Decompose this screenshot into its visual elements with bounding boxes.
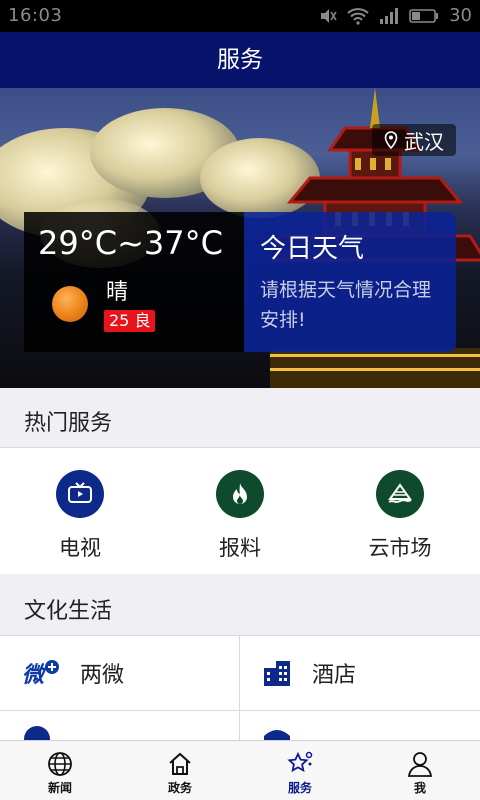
wifi-icon xyxy=(347,7,369,25)
culture-grid: 微 两微 酒店 xyxy=(0,636,480,742)
weibo-icon: 微 xyxy=(22,660,59,688)
weather-today-panel: 29°C~37°C 晴 25 良 xyxy=(24,212,244,352)
service-cloud-market[interactable]: 云市场 xyxy=(320,448,480,574)
section-title-hot-services: 热门服务 xyxy=(0,388,480,448)
location-badge[interactable]: 武汉 xyxy=(372,124,456,156)
tab-label: 新闻 xyxy=(47,781,72,795)
sunny-icon xyxy=(52,286,88,322)
weather-tip: 请根据天气情况合理安排! xyxy=(260,279,432,331)
weather-tip-panel: 今日天气 请根据天气情况合理安排! xyxy=(244,212,456,352)
tab-government[interactable]: 政务 xyxy=(120,741,240,800)
aqi-badge: 25 良 xyxy=(104,310,156,332)
culture-item-label: 两微 xyxy=(80,663,125,688)
weather-title: 今日天气 xyxy=(260,234,365,264)
user-icon xyxy=(407,752,433,777)
tab-service[interactable]: 服务 xyxy=(240,741,360,800)
mute-icon xyxy=(321,8,337,23)
status-bar: 16:03 30 xyxy=(0,0,480,32)
culture-item-label: 酒店 xyxy=(312,663,357,688)
home-icon xyxy=(169,752,191,775)
tab-me[interactable]: 我 xyxy=(360,741,480,800)
tab-label: 服务 xyxy=(287,781,312,795)
globe-icon xyxy=(48,752,72,776)
status-icons: 30 xyxy=(319,5,472,26)
signal-icon xyxy=(380,7,399,24)
svg-text:微: 微 xyxy=(22,663,48,688)
culture-item-partial[interactable] xyxy=(240,711,479,742)
tab-news[interactable]: 新闻 xyxy=(0,741,120,800)
service-label: 云市场 xyxy=(368,536,432,560)
fire-icon xyxy=(216,470,264,518)
battery-level: 30 xyxy=(449,5,472,26)
hot-services-list: 电视 报料 云市场 xyxy=(0,448,480,574)
location-label: 武汉 xyxy=(404,129,444,154)
market-icon xyxy=(376,470,424,518)
nav-bar: 服务 xyxy=(0,32,480,88)
tab-label: 政务 xyxy=(167,781,192,795)
section-title-culture: 文化生活 xyxy=(0,576,480,636)
service-label: 报料 xyxy=(219,536,261,560)
battery-icon xyxy=(409,8,439,23)
weather-banner[interactable]: 武汉 29°C~37°C 晴 25 良 今日天气 请根据天气情况合理安排! xyxy=(0,88,480,388)
temperature-range: 29°C~37°C xyxy=(38,224,223,262)
bottom-tab-bar: 新闻 政务 服务 我 xyxy=(0,740,480,800)
star-icon xyxy=(287,751,313,773)
weather-condition: 晴 xyxy=(106,280,129,305)
service-report[interactable]: 报料 xyxy=(160,448,320,574)
page-title: 服务 xyxy=(217,47,263,73)
tab-label: 我 xyxy=(413,781,426,795)
service-label: 电视 xyxy=(59,536,101,560)
status-time: 16:03 xyxy=(8,5,63,26)
culture-item-hotel[interactable]: 酒店 xyxy=(240,636,479,710)
hotel-icon xyxy=(264,661,290,686)
service-tv[interactable]: 电视 xyxy=(0,448,160,574)
tv-icon xyxy=(56,470,104,518)
culture-item-weibo[interactable]: 微 两微 xyxy=(0,636,239,710)
culture-item-partial[interactable] xyxy=(0,711,239,742)
location-pin-icon xyxy=(384,131,398,149)
